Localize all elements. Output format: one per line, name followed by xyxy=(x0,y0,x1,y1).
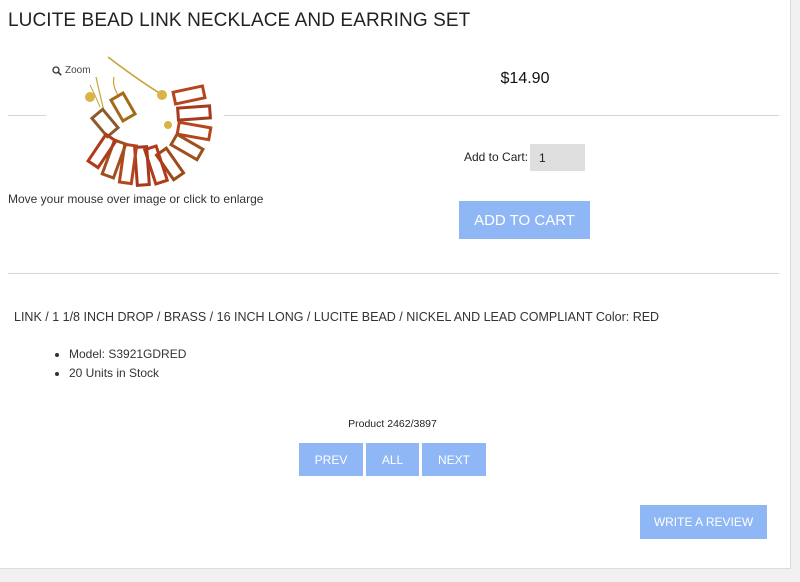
product-price: $14.90 xyxy=(500,70,550,87)
product-counter: Product 2462/3897 xyxy=(348,418,437,430)
divider-right xyxy=(224,115,779,116)
prev-button[interactable]: PREV xyxy=(299,443,363,476)
add-to-cart-label: Add to Cart: xyxy=(464,150,529,164)
add-to-cart-button[interactable]: ADD TO CART xyxy=(459,201,590,239)
next-button[interactable]: NEXT xyxy=(422,443,486,476)
product-specs-list: Model: S3921GDRED 20 Units in Stock xyxy=(52,345,186,383)
all-products-button[interactable]: ALL xyxy=(366,443,419,476)
zoom-label: Zoom xyxy=(65,65,91,76)
enlarge-hint: Move your mouse over image or click to e… xyxy=(8,192,264,206)
zoom-hint[interactable]: Zoom xyxy=(50,65,93,76)
spec-stock: 20 Units in Stock xyxy=(69,364,186,383)
section-divider xyxy=(8,273,779,274)
magnifier-icon xyxy=(52,65,62,76)
product-info-panel: LUCITE BEAD LINK NECKLACE AND EARRING SE… xyxy=(0,0,791,569)
spec-model: Model: S3921GDRED xyxy=(69,345,186,364)
divider-left xyxy=(8,115,46,116)
quantity-input[interactable] xyxy=(530,144,585,171)
product-description: LINK / 1 1/8 INCH DROP / BRASS / 16 INCH… xyxy=(14,310,660,324)
product-title: LUCITE BEAD LINK NECKLACE AND EARRING SE… xyxy=(8,10,471,31)
write-review-button[interactable]: WRITE A REVIEW xyxy=(640,505,767,539)
